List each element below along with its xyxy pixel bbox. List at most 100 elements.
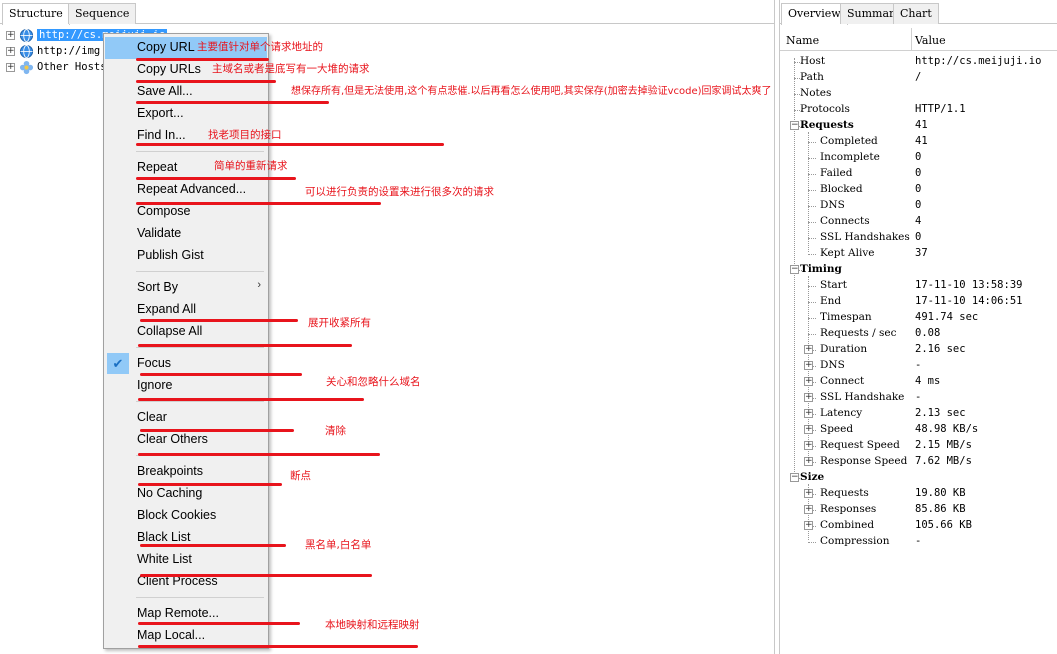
property-row[interactable]: + Connect 4 ms [780, 374, 1057, 390]
property-row[interactable]: SSL Handshakes 0 [780, 230, 1057, 246]
property-value: - [915, 359, 922, 371]
property-row[interactable]: + Response Speed 7.62 MB/s [780, 454, 1057, 470]
menu-export[interactable]: Export... [105, 103, 267, 125]
expand-icon[interactable]: + [804, 393, 813, 402]
tab-chart[interactable]: Chart [893, 3, 939, 24]
property-row[interactable]: Incomplete 0 [780, 150, 1057, 166]
menu-no-caching[interactable]: No Caching [105, 483, 267, 505]
annotation-note: 找老项目的接口 [208, 129, 282, 141]
menu-collapse-all[interactable]: Collapse All [105, 321, 267, 343]
expand-icon[interactable]: + [6, 46, 15, 56]
menu-focus[interactable]: ✔ Focus [105, 353, 267, 375]
annotation-note: 主要值针对单个请求地址的 [197, 41, 323, 53]
property-value: 0 [915, 183, 922, 195]
tree-guide-line [808, 318, 816, 319]
menu-block-cookies[interactable]: Block Cookies [105, 505, 267, 527]
property-row[interactable]: + Latency 2.13 sec [780, 406, 1057, 422]
menu-item-label: Save All... [137, 84, 193, 98]
menu-ignore[interactable]: Ignore [105, 375, 267, 397]
menu-expand-all[interactable]: Expand All [105, 299, 267, 321]
property-row[interactable]: + Responses 85.86 KB [780, 502, 1057, 518]
menu-item-label: Breakpoints [137, 464, 204, 478]
menu-breakpoints[interactable]: Breakpoints [105, 461, 267, 483]
tab-sequence[interactable]: Sequence [68, 3, 137, 24]
annotation-underline [136, 80, 276, 83]
expand-icon[interactable]: + [804, 505, 813, 514]
tree-guide-line [808, 254, 816, 255]
property-row[interactable]: Kept Alive 37 [780, 246, 1057, 262]
collapse-icon[interactable]: − [790, 265, 799, 274]
menu-clear[interactable]: Clear [105, 407, 267, 429]
tree-node-label[interactable]: http://img [37, 45, 100, 57]
property-row[interactable]: Completed 41 [780, 134, 1057, 150]
tree-node-label[interactable]: Other Hosts [37, 61, 107, 73]
property-row[interactable]: Requests / sec 0.08 [780, 326, 1057, 342]
property-value: 41 [915, 119, 928, 131]
expand-icon[interactable]: + [804, 441, 813, 450]
property-name: Requests [820, 487, 869, 499]
property-value: - [915, 535, 922, 547]
property-value: 4 [915, 215, 922, 227]
property-row[interactable]: − Requests 41 [780, 118, 1057, 134]
property-row[interactable]: + Combined 105.66 KB [780, 518, 1057, 534]
expand-icon[interactable]: + [804, 489, 813, 498]
property-row[interactable]: Notes [780, 86, 1057, 102]
property-row[interactable]: Host http://cs.meijuji.io [780, 54, 1057, 70]
property-name: Responses [820, 503, 877, 515]
column-divider[interactable] [911, 28, 912, 50]
menu-white-list[interactable]: White List [105, 549, 267, 571]
expand-icon[interactable]: + [804, 361, 813, 370]
menu-item-label: Copy URLs [137, 62, 201, 76]
property-row[interactable]: − Timing [780, 262, 1057, 278]
tree-node-host-2[interactable]: + http://img [6, 43, 100, 59]
expand-icon[interactable]: + [6, 62, 15, 72]
expand-icon[interactable]: + [804, 345, 813, 354]
tree-node-other-hosts[interactable]: + Other Hosts [6, 59, 107, 75]
property-name: SSL Handshakes [820, 231, 910, 243]
property-value: 85.86 KB [915, 503, 966, 515]
column-header-name[interactable]: Name [786, 34, 819, 47]
property-row[interactable]: + DNS - [780, 358, 1057, 374]
property-row[interactable]: Timespan 491.74 sec [780, 310, 1057, 326]
menu-clear-others[interactable]: Clear Others [105, 429, 267, 451]
property-row[interactable]: + Speed 48.98 KB/s [780, 422, 1057, 438]
property-row[interactable]: Path / [780, 70, 1057, 86]
property-row[interactable]: Blocked 0 [780, 182, 1057, 198]
property-name: Blocked [820, 183, 863, 195]
menu-publish-gist[interactable]: Publish Gist [105, 245, 267, 267]
menu-repeat-advanced[interactable]: Repeat Advanced... [105, 179, 267, 201]
property-row[interactable]: − Size [780, 470, 1057, 486]
menu-validate[interactable]: Validate [105, 223, 267, 245]
expand-icon[interactable]: + [6, 30, 15, 40]
property-row[interactable]: Start 17-11-10 13:58:39 [780, 278, 1057, 294]
property-name: DNS [820, 199, 845, 211]
property-row[interactable]: Failed 0 [780, 166, 1057, 182]
property-row[interactable]: + Requests 19.80 KB [780, 486, 1057, 502]
property-row[interactable]: + SSL Handshake - [780, 390, 1057, 406]
collapse-icon[interactable]: − [790, 121, 799, 130]
expand-icon[interactable]: + [804, 377, 813, 386]
collapse-icon[interactable]: − [790, 473, 799, 482]
menu-map-local[interactable]: Map Local... [105, 625, 267, 647]
property-row[interactable]: Connects 4 [780, 214, 1057, 230]
tree-guide-line [808, 174, 816, 175]
expand-icon[interactable]: + [804, 457, 813, 466]
expand-icon[interactable]: + [804, 425, 813, 434]
property-row[interactable]: DNS 0 [780, 198, 1057, 214]
menu-separator [136, 597, 264, 598]
tab-structure[interactable]: Structure [2, 3, 70, 25]
context-menu: Copy URL Copy URLs Save All... Export...… [103, 33, 269, 649]
menu-save-all[interactable]: Save All... [105, 81, 267, 103]
menu-sort-by[interactable]: Sort By › [105, 277, 267, 299]
column-header-value[interactable]: Value [915, 34, 946, 47]
property-row[interactable]: End 17-11-10 14:06:51 [780, 294, 1057, 310]
tab-overview[interactable]: Overview [781, 3, 848, 25]
property-row[interactable]: + Request Speed 2.15 MB/s [780, 438, 1057, 454]
property-row[interactable]: Protocols HTTP/1.1 [780, 102, 1057, 118]
property-row[interactable]: Compression - [780, 534, 1057, 550]
expand-icon[interactable]: + [804, 409, 813, 418]
property-row[interactable]: + Duration 2.16 sec [780, 342, 1057, 358]
header-separator [780, 50, 1057, 51]
annotation-underline [140, 373, 302, 376]
expand-icon[interactable]: + [804, 521, 813, 530]
